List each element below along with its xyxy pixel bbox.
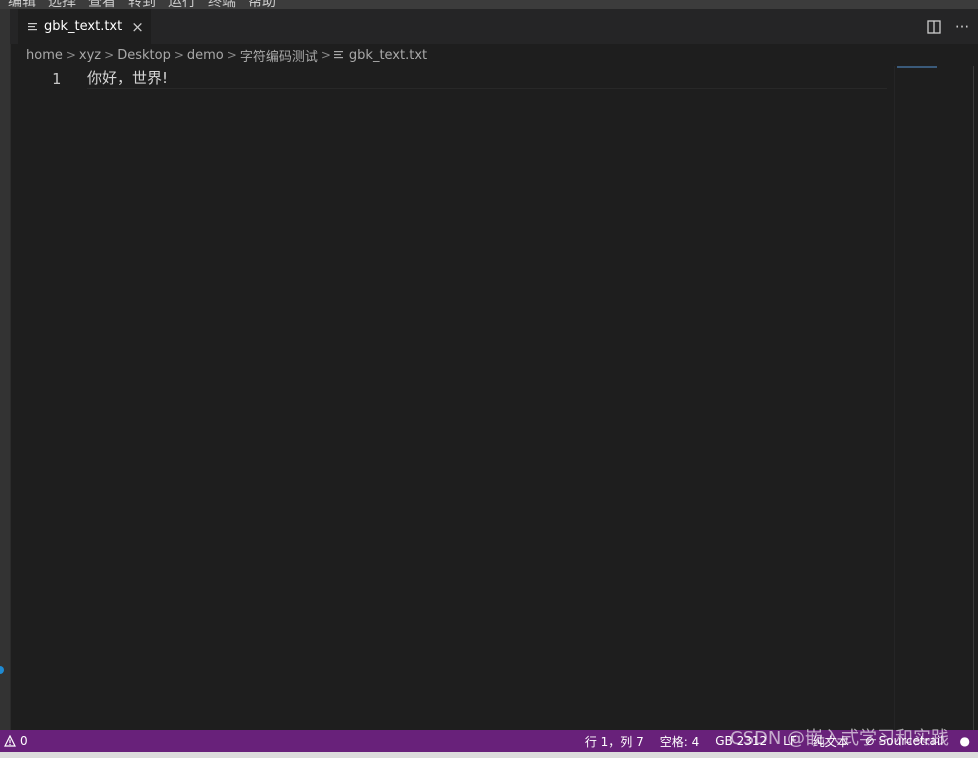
chevron-right-icon: > bbox=[320, 48, 331, 62]
menu-item[interactable]: 查看 bbox=[88, 0, 116, 9]
status-bar: 0 行 1，列 7 空格: 4 GB 2312 LF 纯文本 ⊘ Sourcet… bbox=[0, 730, 978, 752]
line-number: 1 bbox=[52, 70, 62, 88]
breadcrumb-item[interactable]: demo bbox=[187, 48, 224, 63]
language-mode[interactable]: 纯文本 bbox=[813, 733, 849, 750]
tab-gbk-text[interactable]: gbk_text.txt × bbox=[18, 9, 151, 44]
split-editor-icon[interactable] bbox=[926, 19, 942, 35]
status-right: 行 1，列 7 空格: 4 GB 2312 LF 纯文本 ⊘ Sourcetra… bbox=[585, 730, 970, 752]
indicator-dot bbox=[0, 666, 4, 674]
chevron-right-icon: > bbox=[104, 48, 115, 62]
breadcrumb-item[interactable]: Desktop bbox=[117, 48, 171, 63]
file-lines-icon bbox=[333, 51, 343, 59]
tab-label: gbk_text.txt bbox=[44, 19, 123, 34]
tab-bar: gbk_text.txt × ··· bbox=[10, 9, 978, 44]
minimap-slider[interactable] bbox=[897, 66, 937, 68]
breadcrumb: home > xyz > Desktop > demo > 字符编码测试 > gbk_text.tx… bbox=[26, 44, 427, 66]
menu-item[interactable]: 帮助 bbox=[248, 0, 276, 9]
tab-actions: ··· bbox=[926, 9, 978, 44]
chevron-right-icon: > bbox=[65, 48, 76, 62]
extension-status[interactable]: ⊘ Sourcetrail bbox=[865, 734, 944, 748]
menu-item[interactable]: 选择 bbox=[48, 0, 76, 9]
code-line[interactable]: 你好，世界! bbox=[87, 68, 887, 89]
chevron-right-icon: > bbox=[173, 48, 184, 62]
menu-item[interactable]: 编辑 bbox=[8, 0, 36, 9]
overview-ruler bbox=[973, 66, 974, 730]
breadcrumb-item[interactable]: xyz bbox=[79, 48, 101, 63]
breadcrumb-item[interactable]: home bbox=[26, 48, 63, 63]
cursor-position[interactable]: 行 1，列 7 bbox=[585, 733, 644, 750]
more-actions-icon[interactable]: ··· bbox=[954, 18, 970, 36]
breadcrumb-file-label: gbk_text.txt bbox=[348, 47, 428, 63]
close-icon[interactable]: × bbox=[131, 18, 144, 36]
chevron-right-icon: > bbox=[226, 48, 237, 62]
menu-items: 编辑 选择 查看 转到 运行 终端 帮助 bbox=[8, 0, 276, 9]
bottom-edge bbox=[0, 752, 978, 758]
breadcrumb-item[interactable]: 字符编码测试 bbox=[240, 46, 318, 65]
extension-label: Sourcetrail bbox=[878, 734, 944, 748]
notifications-icon[interactable]: ● bbox=[960, 734, 970, 748]
indentation[interactable]: 空格: 4 bbox=[660, 733, 700, 750]
status-left: 0 bbox=[4, 730, 28, 752]
end-of-line[interactable]: LF bbox=[783, 734, 797, 748]
file-lines-icon bbox=[28, 22, 37, 30]
warning-icon bbox=[4, 735, 16, 747]
circle-check-icon: ⊘ bbox=[864, 734, 875, 748]
problems-count[interactable]: 0 bbox=[20, 734, 28, 748]
menu-bar: 编辑 选择 查看 转到 运行 终端 帮助 bbox=[0, 0, 978, 9]
menu-item[interactable]: 运行 bbox=[168, 0, 196, 9]
menu-item[interactable]: 终端 bbox=[208, 0, 236, 9]
editor-area[interactable]: 1 你好，世界! bbox=[10, 66, 978, 730]
menu-item[interactable]: 转到 bbox=[128, 0, 156, 9]
breadcrumb-file[interactable]: gbk_text.txt bbox=[333, 47, 428, 63]
encoding[interactable]: GB 2312 bbox=[715, 734, 767, 748]
minimap[interactable] bbox=[894, 66, 978, 730]
